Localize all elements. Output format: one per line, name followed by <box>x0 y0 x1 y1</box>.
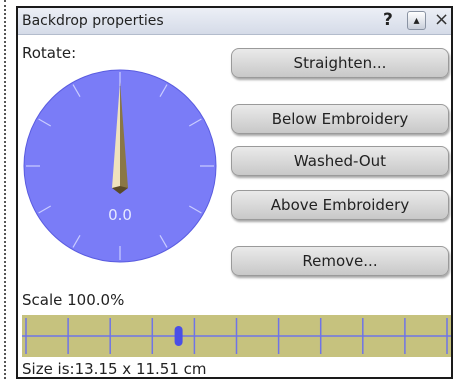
title-bar: Backdrop properties ? ▴ × <box>18 8 451 35</box>
washed-out-button[interactable]: Washed-Out <box>231 146 449 176</box>
remove-button[interactable]: Remove... <box>231 246 449 276</box>
panel-title: Backdrop properties <box>22 13 164 29</box>
below-embroidery-button[interactable]: Below Embroidery <box>231 104 449 134</box>
page: Backdrop properties ? ▴ × Rotate: 0.0 St… <box>0 0 453 379</box>
rotate-label: Rotate: <box>22 44 77 62</box>
help-icon[interactable]: ? <box>383 10 393 30</box>
minimize-icon[interactable]: ▴ <box>407 11 426 30</box>
rotate-value: 0.0 <box>108 206 132 224</box>
rotate-dial[interactable]: 0.0 <box>22 68 218 264</box>
scale-slider-thumb[interactable] <box>174 326 183 346</box>
dial-graphic <box>23 69 217 263</box>
dotted-border <box>4 0 6 379</box>
scale-label: Scale 100.0% <box>22 291 125 309</box>
close-icon[interactable]: × <box>434 9 449 30</box>
straighten-button[interactable]: Straighten... <box>231 48 449 78</box>
scale-slider[interactable] <box>22 315 451 357</box>
scale-slider-graphic <box>22 315 451 357</box>
above-embroidery-button[interactable]: Above Embroidery <box>231 190 449 220</box>
size-label: Size is:13.15 x 11.51 cm <box>22 360 207 378</box>
backdrop-properties-panel: Backdrop properties ? ▴ × Rotate: 0.0 St… <box>16 6 453 379</box>
